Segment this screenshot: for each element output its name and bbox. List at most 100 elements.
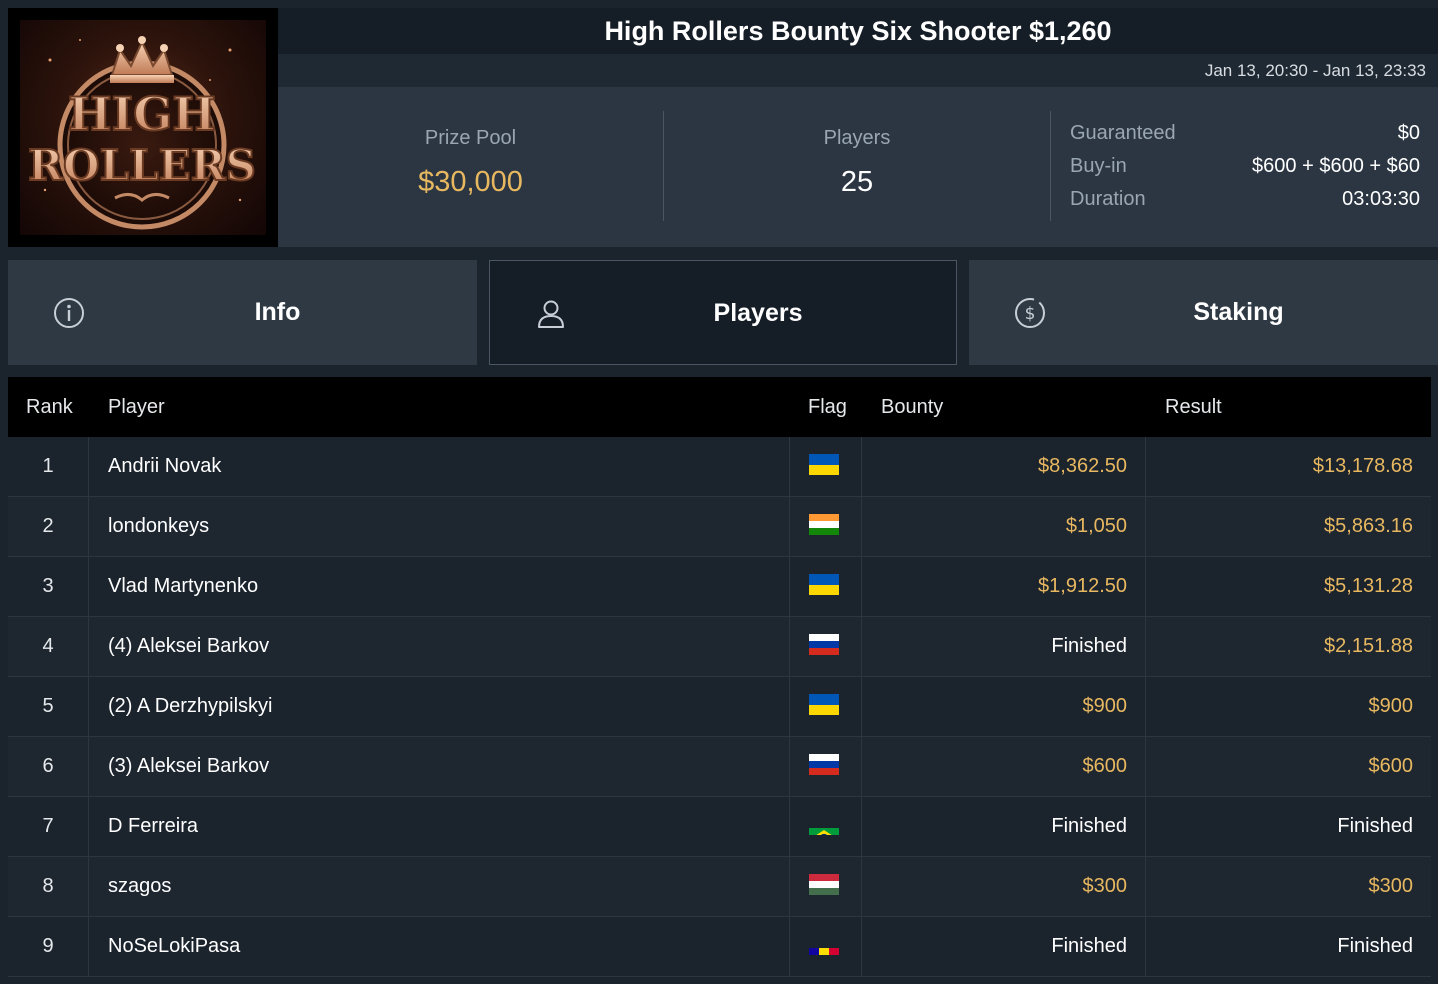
- table-row[interactable]: 2 londonkeys $1,050 $5,863.16: [8, 497, 1431, 557]
- result-cell: $5,863.16: [1324, 515, 1413, 537]
- table-row[interactable]: 5 (2) A Derzhypilskyi $900 $900: [8, 677, 1431, 737]
- ukraine-flag: [809, 454, 839, 475]
- result-cell: $300: [1368, 875, 1414, 897]
- flag-cell: [789, 617, 862, 676]
- detail-label: Duration: [1070, 188, 1146, 210]
- table-body: 1 Andrii Novak $8,362.50 $13,178.68 2 londonk…: [8, 437, 1431, 977]
- player-name[interactable]: (2) A Derzhypilskyi: [108, 677, 788, 736]
- player-name[interactable]: D Ferreira: [108, 797, 788, 856]
- rank-cell: 1: [8, 437, 89, 496]
- prize-pool-label: Prize Pool: [424, 127, 517, 149]
- header-player[interactable]: Player: [108, 377, 165, 437]
- tab-info-label: Info: [254, 298, 301, 326]
- table-row[interactable]: 6 (3) Aleksei Barkov $600 $600: [8, 737, 1431, 797]
- table-row[interactable]: 1 Andrii Novak $8,362.50 $13,178.68: [8, 437, 1431, 497]
- bounty-cell: $8,362.50: [862, 437, 1146, 496]
- player-name[interactable]: NoSeLokiPasa: [108, 917, 788, 976]
- detail-value: $600 + $600 + $60: [1252, 155, 1420, 177]
- tab-staking[interactable]: $ Staking: [969, 260, 1438, 365]
- header-result[interactable]: Result: [1165, 377, 1222, 437]
- detail-guaranteed: Guaranteed $0: [1070, 117, 1420, 150]
- table-row[interactable]: 7 D Ferreira Finished Finished: [8, 797, 1431, 857]
- result-cell: $5,131.28: [1324, 575, 1413, 597]
- ukraine-flag: [809, 694, 839, 715]
- bounty-cell: Finished: [862, 617, 1146, 676]
- rank-cell: 7: [8, 797, 89, 856]
- russia-flag: [809, 634, 839, 655]
- tournament-stats: Prize Pool $30,000 Players 25 Guaranteed…: [278, 87, 1438, 247]
- table-row[interactable]: 3 Vlad Martynenko $1,912.50 $5,131.28: [8, 557, 1431, 617]
- stats-divider: [1050, 111, 1051, 221]
- bounty-cell: $300: [862, 857, 1146, 916]
- tournament-logo: HIGH ROLLERS: [8, 8, 278, 247]
- players-label: Players: [823, 127, 891, 149]
- prize-pool-stat: Prize Pool $30,000: [278, 111, 663, 221]
- bounty-cell: Finished: [862, 917, 1146, 976]
- brazil-flag: [809, 814, 839, 835]
- detail-buy-in: Buy-in $600 + $600 + $60: [1070, 150, 1420, 183]
- india-flag: [809, 514, 839, 535]
- flag-cell: [789, 497, 862, 556]
- players-table: Rank Player Flag Bounty Result 1 Andrii N…: [8, 377, 1431, 977]
- date-bar: Jan 13, 20:30 - Jan 13, 23:33: [278, 54, 1438, 87]
- table-row[interactable]: 4 (4) Aleksei Barkov Finished $2,151.88: [8, 617, 1431, 677]
- bounty-cell: $600: [862, 737, 1146, 796]
- ukraine-flag: [809, 574, 839, 595]
- result-cell: Finished: [1337, 815, 1413, 837]
- svg-text:ROLLERS: ROLLERS: [28, 141, 256, 190]
- tab-players[interactable]: Players: [489, 260, 957, 365]
- table-header: Rank Player Flag Bounty Result: [8, 377, 1431, 437]
- player-name[interactable]: szagos: [108, 857, 788, 916]
- flag-cell: [789, 677, 862, 736]
- result-cell: $900: [1368, 695, 1414, 717]
- player-name[interactable]: (3) Aleksei Barkov: [108, 737, 788, 796]
- high-rollers-logo-image: HIGH ROLLERS: [20, 20, 266, 235]
- player-name[interactable]: londonkeys: [108, 497, 788, 556]
- table-row[interactable]: 8 szagos $300 $300: [8, 857, 1431, 917]
- rank-cell: 6: [8, 737, 89, 796]
- title-bar: High Rollers Bounty Six Shooter $1,260: [278, 8, 1438, 54]
- tournament-header: HIGH ROLLERS High Rollers Bounty Six Sho…: [8, 8, 1438, 247]
- tab-info[interactable]: Info: [8, 260, 477, 365]
- players-value: 25: [840, 166, 874, 198]
- flag-cell: [789, 437, 862, 496]
- player-name[interactable]: Vlad Martynenko: [108, 557, 788, 616]
- detail-label: Buy-in: [1070, 155, 1127, 177]
- result-cell: $2,151.88: [1324, 635, 1413, 657]
- flag-cell: [789, 557, 862, 616]
- bounty-cell: $1,050: [862, 497, 1146, 556]
- tab-staking-label: Staking: [1193, 298, 1284, 326]
- table-row[interactable]: 9 NoSeLokiPasa Finished Finished: [8, 917, 1431, 977]
- bounty-cell: Finished: [862, 797, 1146, 856]
- tournament-title: High Rollers Bounty Six Shooter $1,260: [604, 16, 1112, 46]
- andorra-flag: [809, 934, 839, 955]
- header-rank[interactable]: Rank: [26, 377, 73, 437]
- player-name[interactable]: (4) Aleksei Barkov: [108, 617, 788, 676]
- detail-value: $0: [1397, 122, 1420, 144]
- result-cell: $13,178.68: [1312, 455, 1413, 477]
- prize-pool-value: $30,000: [418, 166, 523, 198]
- detail-label: Guaranteed: [1070, 122, 1176, 144]
- rank-cell: 4: [8, 617, 89, 676]
- bounty-cell: $900: [862, 677, 1146, 736]
- player-name[interactable]: Andrii Novak: [108, 437, 788, 496]
- result-cell: Finished: [1337, 935, 1413, 957]
- detail-value: 03:03:30: [1342, 188, 1420, 210]
- russia-flag: [809, 754, 839, 775]
- tournament-details: Guaranteed $0 Buy-in $600 + $600 + $60 D…: [1070, 117, 1420, 216]
- flag-cell: [789, 857, 862, 916]
- rank-cell: 5: [8, 677, 89, 736]
- rank-cell: 3: [8, 557, 89, 616]
- flag-cell: [789, 797, 862, 856]
- hungary-flag: [809, 874, 839, 895]
- rank-cell: 8: [8, 857, 89, 916]
- detail-duration: Duration 03:03:30: [1070, 183, 1420, 216]
- header-bounty[interactable]: Bounty: [881, 377, 943, 437]
- result-cell: $600: [1368, 755, 1414, 777]
- flag-cell: [789, 917, 862, 976]
- rank-cell: 9: [8, 917, 89, 976]
- tournament-date-range: Jan 13, 20:30 - Jan 13, 23:33: [1204, 61, 1426, 80]
- tab-players-label: Players: [713, 299, 803, 327]
- svg-text:HIGH: HIGH: [68, 87, 216, 141]
- header-flag[interactable]: Flag: [808, 377, 847, 437]
